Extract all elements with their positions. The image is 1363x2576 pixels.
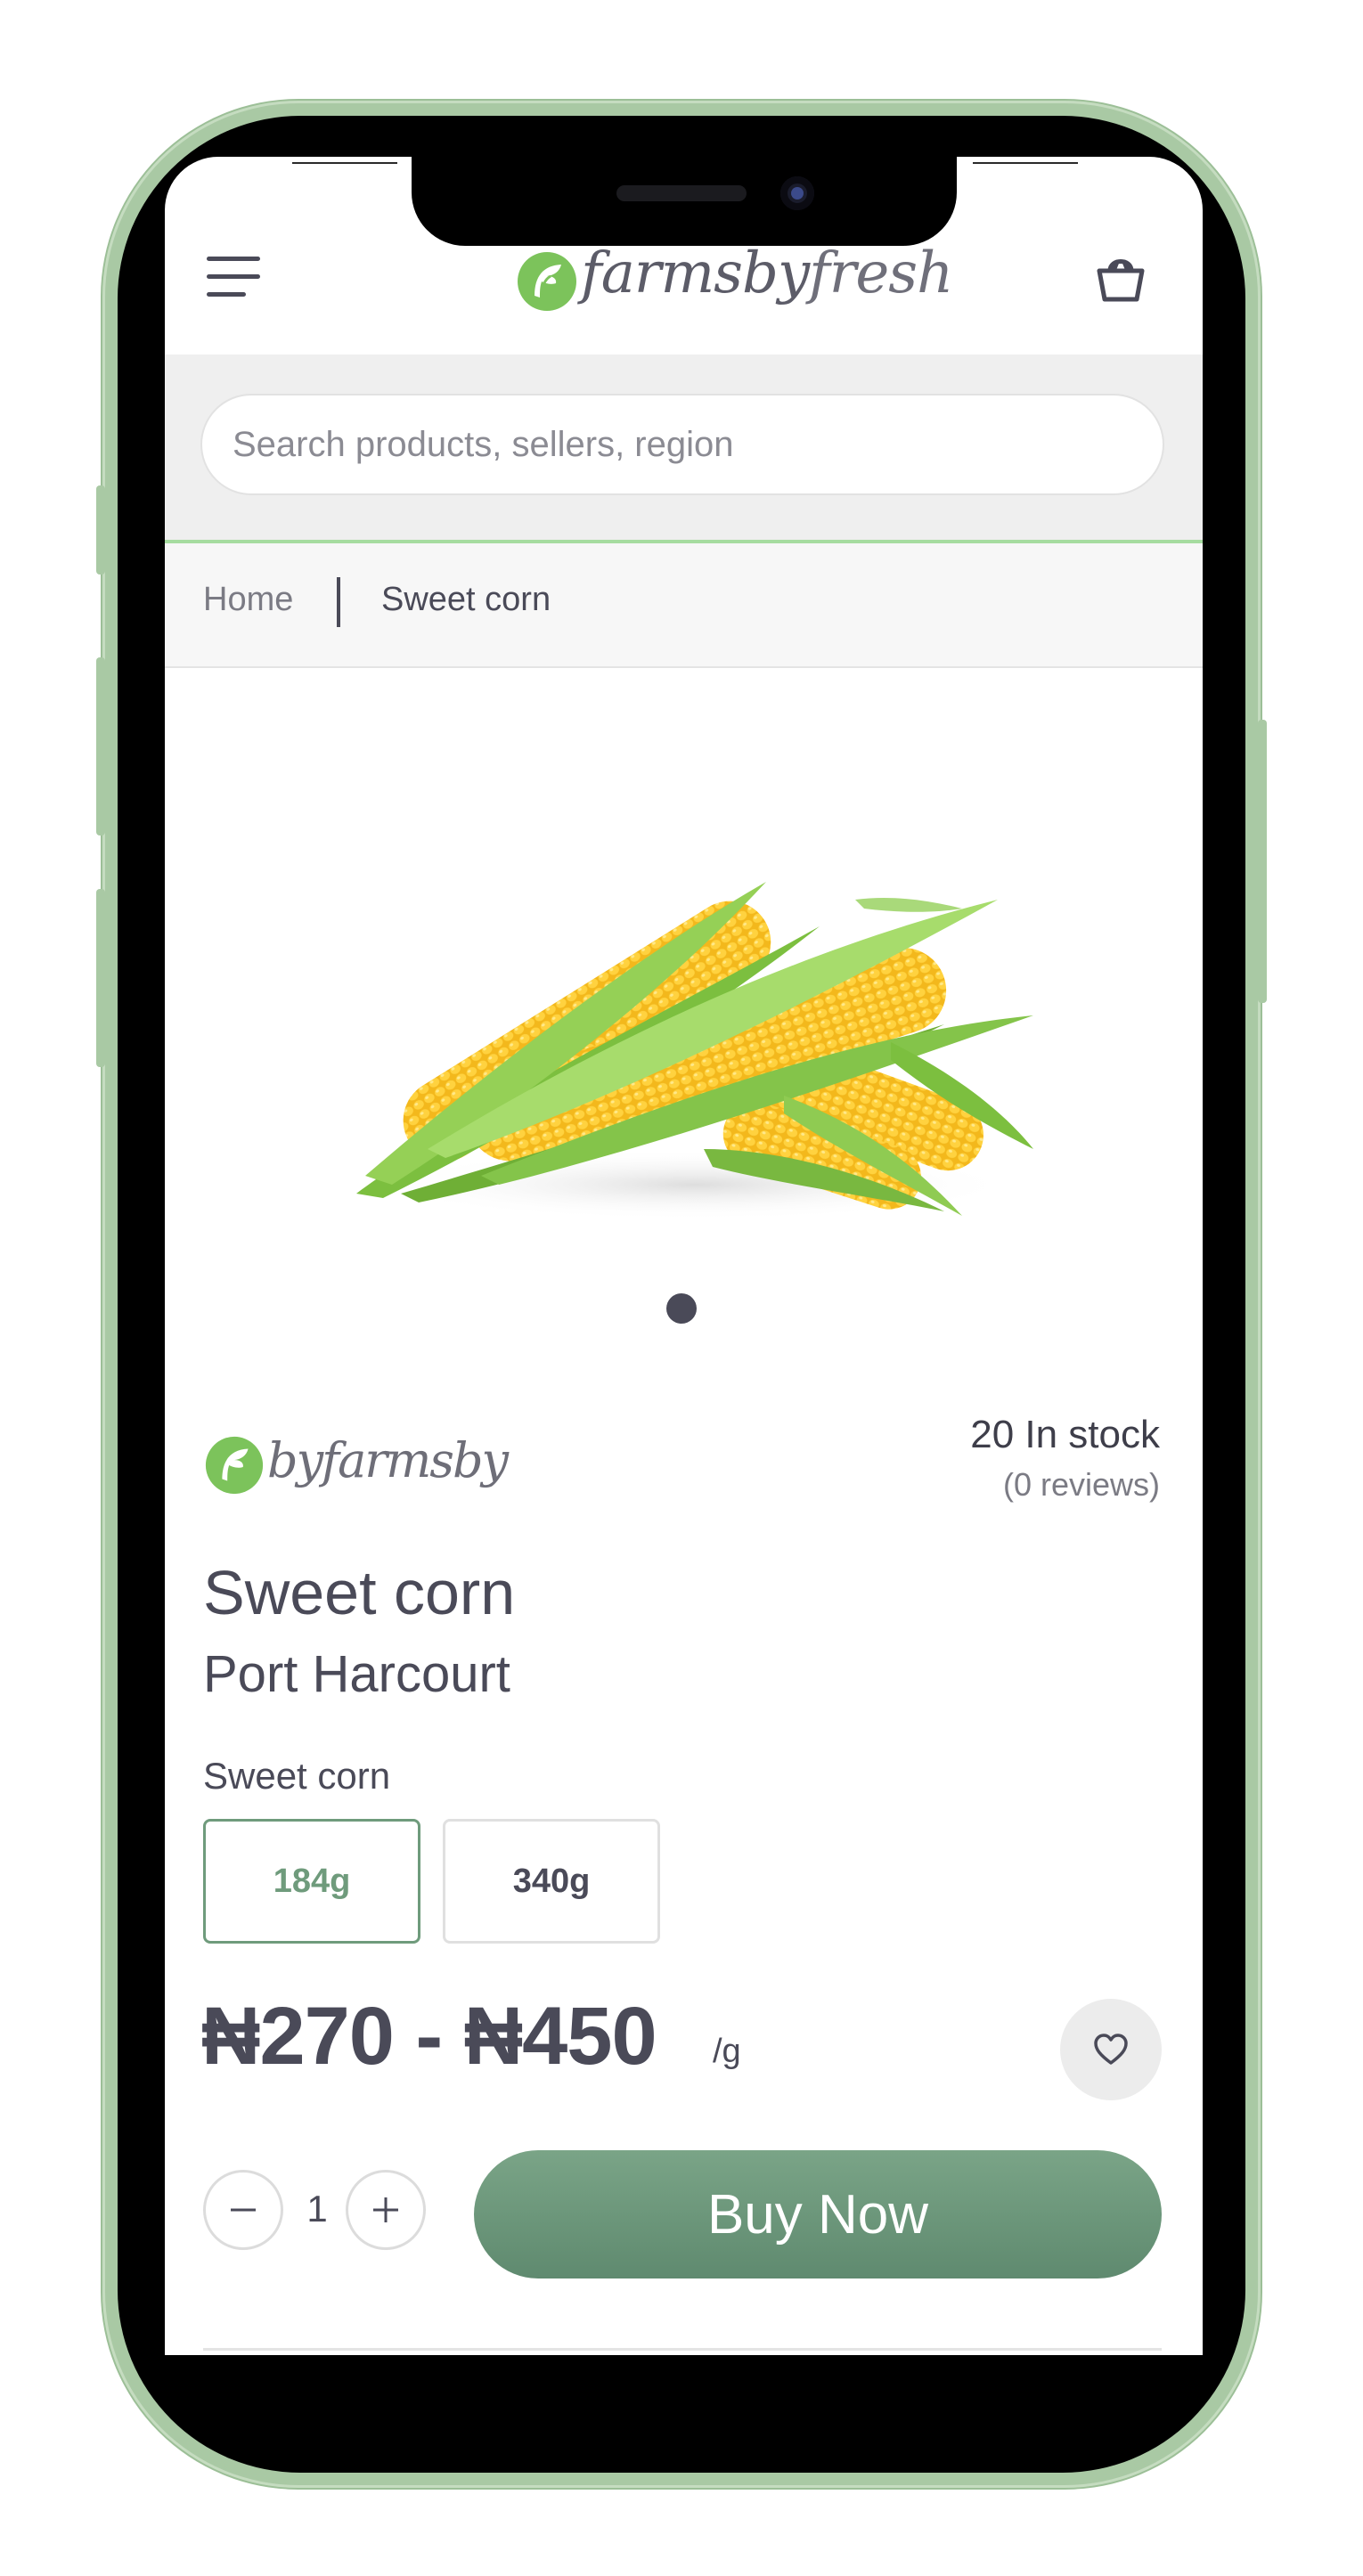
- shopping-bag-icon[interactable]: [1092, 249, 1149, 306]
- seller-name[interactable]: byfarmsby: [267, 1432, 509, 1488]
- phone-power-button: [1258, 720, 1267, 1003]
- stock-count: 20 In stock: [970, 1413, 1160, 1456]
- carousel-indicator-dot[interactable]: [666, 1293, 697, 1324]
- favorite-button[interactable]: [1060, 1999, 1162, 2100]
- phone-volume-up: [96, 657, 105, 836]
- price-unit: /g: [713, 2033, 741, 2070]
- buy-now-button[interactable]: Buy Now: [474, 2150, 1162, 2278]
- farmsby-logo-icon: [518, 252, 576, 311]
- phone-antenna-line-right: [973, 162, 1078, 164]
- variant-option-184g[interactable]: 184g: [203, 1819, 420, 1944]
- price-range: ₦270 - ₦450: [201, 1991, 657, 2082]
- breadcrumb-home-link[interactable]: Home: [203, 581, 293, 619]
- phone-speaker: [616, 185, 747, 201]
- breadcrumb-current: Sweet corn: [381, 581, 551, 618]
- heart-icon: [1094, 2034, 1128, 2065]
- hamburger-menu-icon[interactable]: [207, 257, 260, 301]
- breadcrumb: [165, 543, 1203, 668]
- seller-logo-icon: [205, 1436, 264, 1495]
- variant-label: Sweet corn: [203, 1755, 391, 1797]
- phone-camera: [780, 176, 814, 210]
- variant-option-340g[interactable]: 340g: [443, 1819, 660, 1944]
- product-title: Sweet corn: [203, 1558, 516, 1627]
- quantity-decrease-button[interactable]: [203, 2170, 283, 2250]
- minus-icon: [231, 2208, 256, 2212]
- product-location: Port Harcourt: [203, 1645, 510, 1703]
- phone-volume-down: [96, 889, 105, 1067]
- product-image[interactable]: [321, 730, 1051, 1229]
- plus-icon: [373, 2197, 398, 2222]
- section-divider: [203, 2348, 1162, 2351]
- phone-mute-switch: [96, 485, 105, 575]
- quantity-value: 1: [306, 2188, 328, 2230]
- brand-wordmark: farmsbyfresh: [581, 240, 953, 306]
- breadcrumb-separator: [337, 577, 340, 627]
- quantity-increase-button[interactable]: [346, 2170, 426, 2250]
- phone-antenna-line-left: [292, 162, 397, 164]
- search-input[interactable]: Search products, sellers, region: [200, 394, 1164, 495]
- reviews-count[interactable]: (0 reviews): [882, 1466, 1160, 1504]
